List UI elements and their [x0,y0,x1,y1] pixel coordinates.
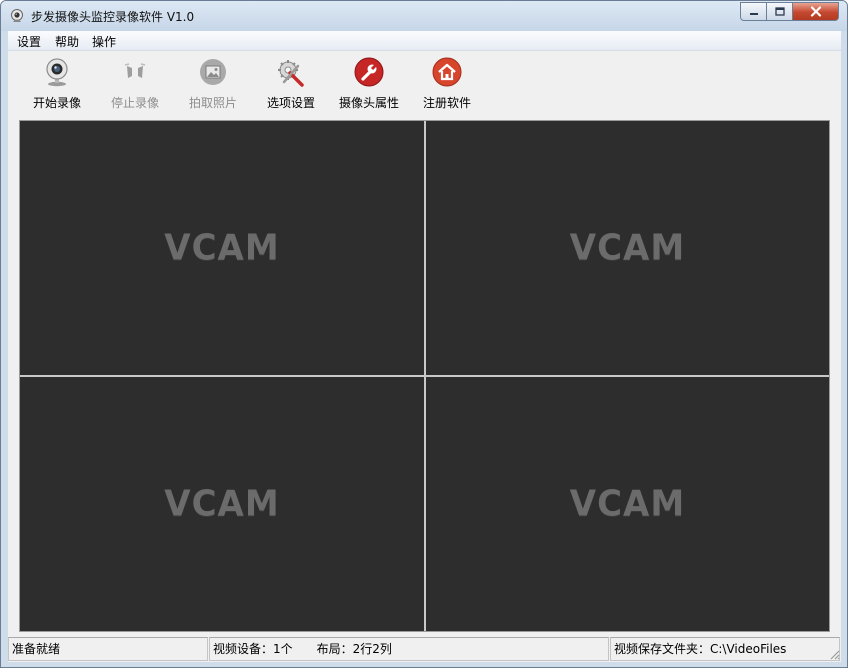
video-grid: VCAM VCAM VCAM VCAM [19,120,830,632]
menu-operate[interactable]: 操作 [91,33,117,50]
vcam-placeholder: VCAM [164,227,280,269]
register-software-label: 注册软件 [422,96,471,110]
stop-recording-icon [124,63,146,78]
options-settings-button[interactable]: 选项设置 [252,51,330,119]
menu-settings[interactable]: 设置 [16,33,42,50]
close-button[interactable] [793,2,839,21]
vcam-placeholder: VCAM [569,227,686,269]
app-window: 步发摄像头监控录像软件 V1.0 设置 帮助 操作 开始录像 停止录像 拍取照片… [0,0,848,668]
menu-help[interactable]: 帮助 [54,33,80,50]
photo-icon [200,59,226,85]
resize-grip-icon[interactable] [828,648,840,660]
close-icon [810,6,821,17]
client-area: 设置 帮助 操作 开始录像 停止录像 拍取照片 选项设置 摄像头属性 注册软件 … [8,31,841,662]
title-bar[interactable]: 步发摄像头监控录像软件 V1.0 [1,1,847,31]
home-icon [432,57,462,87]
maximize-button[interactable] [767,2,793,21]
stop-recording-button[interactable]: 停止录像 [96,51,174,119]
minimize-button[interactable] [740,2,767,21]
minimize-icon [749,12,758,15]
window-title: 步发摄像头监控录像软件 V1.0 [31,10,195,24]
settings-tools-icon [278,60,304,87]
wrench-icon [354,57,384,87]
status-text: 准备就绪 [8,637,208,661]
video-cell-1[interactable]: VCAM [20,121,424,375]
device-layout-info: 视频设备：1个 布局：2行2列 [209,637,609,661]
take-photo-button[interactable]: 拍取照片 [174,51,252,119]
maximize-icon [774,7,785,16]
video-cell-2[interactable]: VCAM [426,121,829,375]
webcam-app-icon [11,9,23,22]
start-recording-button[interactable]: 开始录像 [18,51,96,119]
start-recording-label: 开始录像 [32,96,81,110]
vcam-placeholder: VCAM [569,483,686,525]
video-cell-3[interactable]: VCAM [20,377,424,631]
save-folder-info: 视频保存文件夹：C:\VideoFiles [610,637,840,661]
webcam-icon [46,58,68,87]
video-cell-4[interactable]: VCAM [426,377,829,631]
options-settings-label: 选项设置 [266,96,315,110]
take-photo-label: 拍取照片 [188,96,237,110]
menu-bar: 设置 帮助 操作 [8,31,841,51]
stop-recording-label: 停止录像 [110,96,159,110]
vcam-placeholder: VCAM [164,483,280,525]
register-software-button[interactable]: 注册软件 [408,51,486,119]
camera-properties-label: 摄像头属性 [338,96,399,110]
status-bar: 准备就绪 视频设备：1个 布局：2行2列 视频保存文件夹：C:\VideoFil… [8,637,841,661]
toolbar: 开始录像 停止录像 拍取照片 选项设置 摄像头属性 注册软件 [8,51,841,119]
camera-properties-button[interactable]: 摄像头属性 [330,51,408,119]
